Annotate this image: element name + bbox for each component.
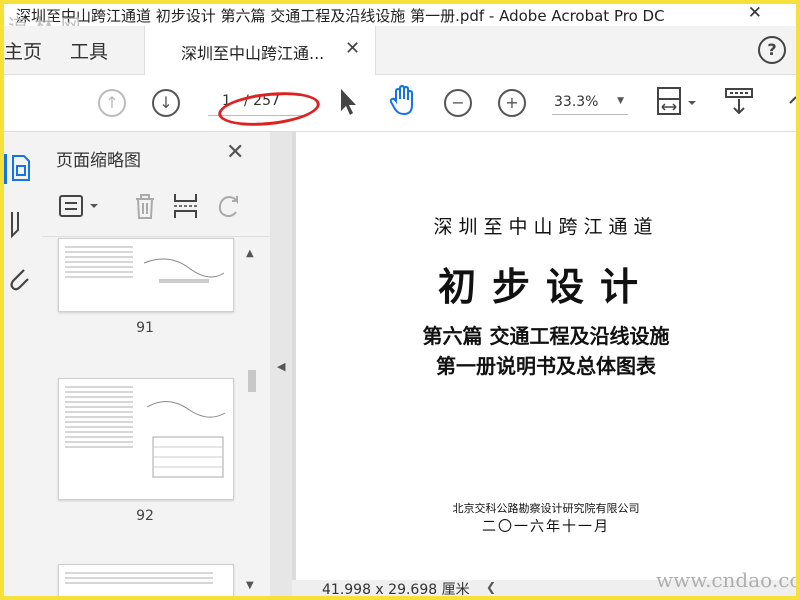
document-view[interactable]: 深圳至中山跨江通道 初步设计 第六篇 交通工程及沿线设施 第一册说明书及总体图表… — [292, 132, 796, 598]
attachments-icon[interactable] — [6, 264, 32, 294]
select-cursor-icon[interactable] — [338, 87, 358, 117]
extract-page-icon[interactable] — [172, 192, 200, 220]
doc-organization: 北京交科公路勘察设计研究院有限公司 — [452, 502, 640, 515]
tab-bar: 主页 工具 深圳至中山跨江通... ✕ ? — [4, 26, 796, 75]
thumbnail-label-92: 92 — [136, 508, 154, 524]
page-thumbnail-92[interactable] — [58, 378, 234, 500]
scroll-down-icon[interactable]: ▼ — [246, 580, 254, 591]
more-tools-icon[interactable] — [786, 93, 798, 115]
toolbar: ↑ ↓ 1 / 257 − + 33.3% ▼ — [4, 75, 798, 132]
active-indicator — [4, 154, 7, 184]
window-title: 深圳至中山跨江通道 初步设计 第六篇 交通工程及沿线设施 第一册.pdf - A… — [16, 7, 665, 25]
tab-close-icon[interactable]: ✕ — [345, 38, 360, 59]
rotate-page-icon[interactable] — [214, 192, 244, 220]
page-thumbnail-93[interactable] — [58, 564, 234, 600]
previous-page-icon[interactable]: ↑ — [98, 89, 126, 117]
bookmarks-icon[interactable] — [10, 210, 32, 240]
delete-page-icon[interactable] — [132, 192, 158, 220]
panel-splitter[interactable]: ◀ — [270, 132, 292, 596]
panel-scrollbar[interactable]: ▲ ▼ — [240, 242, 264, 596]
doc-section-title: 第六篇 交通工程及沿线设施 — [422, 324, 670, 348]
doc-project-name: 深圳至中山跨江通道 — [433, 216, 659, 238]
thumbnail-drawing — [143, 258, 225, 283]
zoom-in-icon[interactable]: + — [498, 89, 526, 117]
doc-date: 二〇一六年十一月 — [482, 519, 610, 535]
page-thumbnail-91[interactable] — [58, 238, 234, 312]
title-bar: 深圳至中山跨江通道 初步设计 第六篇 交通工程及沿线设施 第一册.pdf - A… — [4, 3, 796, 26]
collapse-panel-icon[interactable]: ◀ — [277, 360, 285, 373]
tab-home[interactable]: 主页 — [4, 37, 42, 64]
scrollbar-thumb[interactable] — [248, 370, 256, 392]
panel-close-icon[interactable]: ✕ — [226, 140, 244, 165]
page-thumbnails-icon[interactable] — [10, 154, 32, 182]
scroll-up-icon[interactable]: ▲ — [246, 248, 254, 259]
zoom-select[interactable]: 33.3% ▼ — [552, 92, 628, 115]
left-nav-strip — [4, 132, 43, 596]
panel-title: 页面缩略图 — [56, 151, 141, 171]
document-page: 深圳至中山跨江通道 初步设计 第六篇 交通工程及沿线设施 第一册说明书及总体图表… — [296, 132, 796, 582]
status-chevron-icon[interactable]: ❮ — [486, 580, 496, 594]
next-page-icon[interactable]: ↓ — [152, 89, 180, 117]
tab-document[interactable]: 深圳至中山跨江通... ✕ — [144, 26, 376, 75]
zoom-dropdown-icon[interactable]: ▼ — [617, 96, 624, 106]
doc-volume-title: 第一册说明书及总体图表 — [436, 354, 656, 378]
help-icon[interactable]: ? — [758, 36, 786, 64]
thumbnails-panel: 页面缩略图 ✕ 91 92 — [42, 132, 270, 600]
panel-divider — [42, 236, 270, 237]
thumbnail-drawing — [146, 401, 226, 478]
panel-toolbar — [52, 188, 262, 224]
tab-document-label: 深圳至中山跨江通... — [181, 44, 325, 63]
hand-tool-icon[interactable] — [388, 85, 418, 117]
page-display-icon[interactable] — [656, 85, 702, 121]
thumbnail-label-91: 91 — [136, 320, 154, 336]
doc-main-title: 初步设计 — [437, 264, 654, 309]
tab-tools[interactable]: 工具 — [70, 37, 108, 64]
zoom-value: 33.3% — [554, 94, 599, 110]
watermark-bottom: www.cndao.com — [656, 568, 800, 592]
scroll-mode-icon[interactable] — [724, 87, 756, 117]
thumbnail-options-icon[interactable] — [58, 194, 102, 220]
window-close-button[interactable]: ✕ — [748, 3, 762, 23]
page-dimensions: 41.998 x 29.698 厘米 — [322, 582, 470, 598]
zoom-out-icon[interactable]: − — [444, 89, 472, 117]
